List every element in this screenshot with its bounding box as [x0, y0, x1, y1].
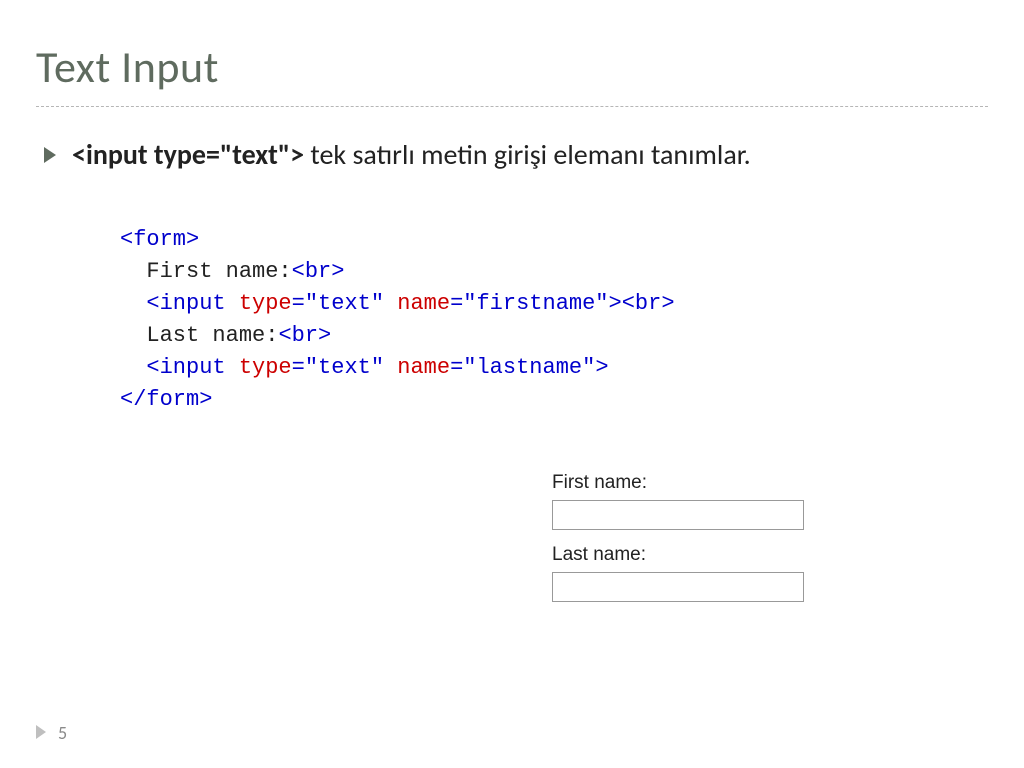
code-token — [384, 291, 397, 316]
bullet-description: tek satırlı metin girişi elemanı tanımla… — [304, 137, 751, 172]
bullet-text: <input type="text"> tek satırlı metin gi… — [72, 135, 751, 174]
code-token: "firstname" — [463, 291, 608, 316]
bullet-item: <input type="text"> tek satırlı metin gi… — [36, 135, 988, 174]
code-token: <br> — [292, 259, 345, 284]
code-token: > — [609, 291, 622, 316]
slide-footer: 5 — [36, 722, 67, 744]
code-token: type — [239, 291, 292, 316]
code-token: <br> — [278, 323, 331, 348]
code-token: name — [397, 355, 450, 380]
code-token: <input — [120, 291, 239, 316]
code-token: <br> — [622, 291, 675, 316]
code-token: <input — [120, 355, 239, 380]
first-name-label: First name: — [552, 472, 804, 494]
code-token: = — [292, 355, 305, 380]
page-number: 5 — [58, 722, 67, 744]
code-token: <form> — [120, 227, 199, 252]
code-token: = — [450, 355, 463, 380]
code-token: type — [239, 355, 292, 380]
first-name-input[interactable] — [552, 500, 804, 530]
code-example: <form> First name:<br> <input type="text… — [120, 224, 988, 415]
form-preview: First name: Last name: — [552, 472, 804, 616]
code-token: = — [450, 291, 463, 316]
code-token: </form> — [120, 387, 212, 412]
code-token: "text" — [305, 355, 384, 380]
code-token: name — [397, 291, 450, 316]
bullet-triangle-icon — [44, 147, 58, 168]
code-token: = — [292, 291, 305, 316]
bullet-code-literal: <input type="text"> — [72, 137, 304, 172]
code-token: Last name: — [120, 323, 278, 348]
footer-triangle-icon — [36, 722, 48, 744]
slide-title: Text Input — [36, 40, 988, 94]
last-name-input[interactable] — [552, 572, 804, 602]
code-token: > — [595, 355, 608, 380]
code-token: "lastname" — [463, 355, 595, 380]
code-token: "text" — [305, 291, 384, 316]
last-name-label: Last name: — [552, 544, 804, 566]
code-token: First name: — [120, 259, 292, 284]
title-divider — [36, 106, 988, 107]
code-token — [384, 355, 397, 380]
